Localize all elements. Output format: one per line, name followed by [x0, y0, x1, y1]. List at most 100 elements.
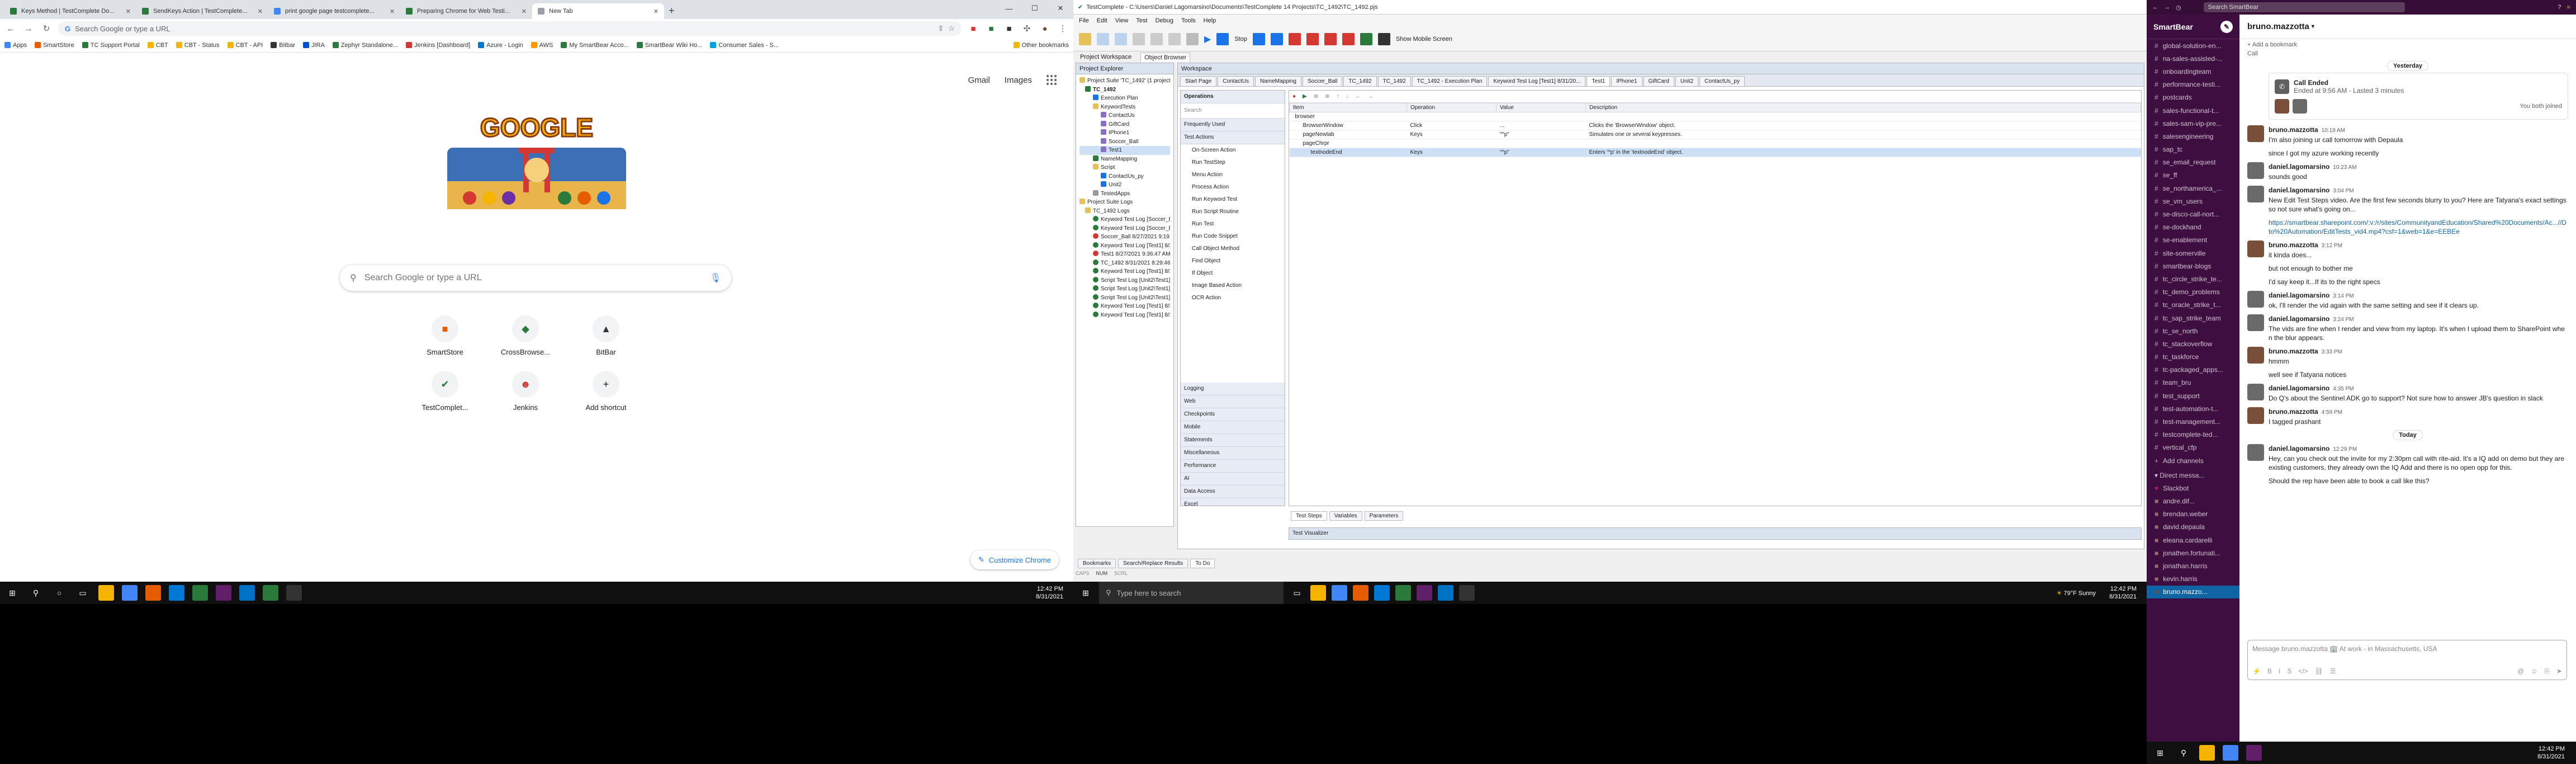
channel-item[interactable]: # tc_oracle_strike_t... [2147, 299, 2239, 312]
ops-item[interactable]: Process Action [1181, 181, 1285, 194]
workspace-tab[interactable]: Keyword Test Log [Test1] 8/31/20... [1488, 76, 1586, 86]
tree-item[interactable]: Script Test Log [Unit2\Test1] 8/31/2021 … [1079, 276, 1170, 285]
cut-icon[interactable] [1133, 32, 1145, 45]
dm-item[interactable]: ■ jonathan.harris [2147, 559, 2239, 572]
strike-icon[interactable]: S [2287, 667, 2291, 676]
message[interactable]: bruno.mazzotta 10:19 AM I'm also joining u… [2239, 123, 2576, 147]
table-row[interactable]: pageChrpr [1289, 139, 2141, 148]
workspace-tab[interactable]: Start Page [1180, 76, 1217, 86]
puzzle-extensions-icon[interactable]: ✣ [1021, 23, 1033, 34]
avatar[interactable] [2247, 240, 2264, 257]
channel-item[interactable]: # postcards [2147, 91, 2239, 104]
profile-avatar-icon[interactable]: ● [1039, 24, 1051, 34]
stop-label[interactable]: Stop [1234, 36, 1247, 43]
windows-start-icon[interactable]: ⊞ [1078, 585, 1093, 601]
ops-category[interactable]: Excel [1181, 498, 1285, 506]
tree-item[interactable]: Keyword Test Log [Soccer_Ball] 8/27/2021… [1079, 224, 1170, 233]
message[interactable]: daniel.lagomarsino 12:29 PM Hey, can you c… [2239, 442, 2576, 474]
arrow-down-icon[interactable]: ↓ [1346, 93, 1349, 100]
weather-widget[interactable]: ☀ 79°F Sunny [2057, 589, 2096, 597]
testcomplete-icon[interactable] [192, 585, 208, 601]
channel-item[interactable]: # se_vm_users [2147, 195, 2239, 207]
copy-icon[interactable] [1150, 32, 1163, 45]
extension-icon[interactable]: ■ [967, 24, 979, 34]
minimize-icon[interactable]: — [996, 0, 1022, 17]
chrome-tab[interactable]: SendKeys Action | TestComplete... ✕ [136, 3, 268, 19]
message-link[interactable]: https://smartbear.sharepoint.com/:v:/r/s… [2269, 218, 2568, 236]
test-visualizer-bar[interactable]: Test Visualizer [1289, 527, 2142, 540]
send-icon[interactable]: ➤ [2556, 667, 2562, 676]
channel-item[interactable]: # test_support [2147, 389, 2239, 402]
channel-item[interactable]: # testcomplete-ted... [2147, 428, 2239, 441]
arrow-right-icon[interactable]: → [1368, 93, 1374, 100]
checkpoint-icon[interactable] [1360, 32, 1372, 45]
ops-category[interactable]: AI [1181, 473, 1285, 485]
tree-item[interactable]: Script [1079, 163, 1170, 172]
gmail-link[interactable]: Gmail [968, 76, 990, 85]
tab-bookmarks[interactable]: Bookmarks [1078, 559, 1116, 568]
col-header-description[interactable]: Description [1585, 103, 2141, 112]
ops-item[interactable]: Run Test [1181, 218, 1285, 230]
avatar[interactable] [2247, 444, 2264, 461]
menu-file[interactable]: File [1079, 17, 1089, 24]
new-tab-plus-icon[interactable]: + [669, 5, 675, 17]
kebab-menu-icon[interactable]: ⋮ [1057, 23, 1069, 34]
message-author[interactable]: bruno.mazzotta [2269, 347, 2318, 355]
slack-icon[interactable] [2246, 745, 2262, 761]
windows-start-icon[interactable]: ⊞ [4, 585, 20, 601]
message[interactable]: bruno.mazzotta 3:33 PM hmmm [2239, 345, 2576, 368]
tree-item[interactable]: Project Suite Logs [1079, 198, 1170, 207]
lightning-icon[interactable]: ⚡ [2252, 667, 2261, 676]
channel-item[interactable]: # se_ff [2147, 169, 2239, 182]
tab-search-replace[interactable]: Search/Replace Results [1118, 559, 1188, 568]
ops-item[interactable]: Menu Action [1181, 169, 1285, 181]
back-arrow-icon[interactable]: ← [4, 24, 17, 34]
menu-debug[interactable]: Debug [1156, 17, 1173, 24]
code-icon[interactable]: </> [2298, 667, 2308, 676]
checkpoint-icon[interactable] [1306, 32, 1319, 45]
workspace-tab[interactable]: ContactUs_py [1699, 76, 1745, 86]
dm-header[interactable]: ▾ Direct messa... [2147, 467, 2239, 482]
history-forward-icon[interactable]: → [2164, 4, 2170, 11]
workspace-tab-active[interactable]: Test1 [1587, 76, 1611, 86]
arrow-left-icon[interactable]: ← [1356, 93, 1361, 100]
ops-category[interactable]: Performance [1181, 460, 1285, 473]
close-icon[interactable]: ✕ [522, 8, 527, 15]
channel-item[interactable]: # tc_circle_strike_te... [2147, 272, 2239, 285]
shortcut-tile[interactable]: ☻ Jenkins [494, 371, 557, 412]
user-avatar-icon[interactable]: ■ [2566, 4, 2570, 11]
taskbar-clock[interactable]: 12:42 PM 8/31/2021 [2537, 745, 2570, 761]
bookmark-item[interactable]: CBT - API [227, 42, 263, 49]
app-icon[interactable] [263, 585, 278, 601]
channel-item[interactable]: # tc-packaged_apps... [2147, 364, 2239, 376]
avatar[interactable] [2247, 162, 2264, 179]
bookmark-item[interactable]: Azure - Login [478, 42, 523, 49]
close-icon[interactable]: ✕ [390, 8, 395, 15]
workspace-tab[interactable]: TC_1492 [1377, 76, 1411, 86]
add-parameter-icon[interactable]: ⊕ [1314, 93, 1318, 100]
link-icon[interactable]: ⛓ [2315, 667, 2323, 676]
tab-object-browser[interactable]: Object Browser [1140, 52, 1191, 62]
tree-item[interactable]: KeywordTests [1079, 103, 1170, 112]
close-window-icon[interactable]: ✕ [1048, 0, 1073, 17]
day-separator[interactable]: Yesterday [2239, 61, 2576, 71]
other-bookmarks[interactable]: Other bookmarks [1013, 42, 1069, 49]
table-row[interactable]: browser [1289, 112, 2141, 121]
table-row[interactable]: BrowserWindow Click... Clicks the 'Browser… [1289, 121, 2141, 130]
tree-item[interactable]: Script Test Log [Unit2\Test1] 8/31/2021 … [1079, 294, 1170, 303]
ops-item[interactable]: Run TestStep [1181, 157, 1285, 169]
windows-start-icon[interactable]: ⊞ [2152, 745, 2168, 761]
ops-item[interactable]: On-Screen Action [1181, 144, 1285, 157]
workspace-tab[interactable]: TC_1492 [1343, 76, 1377, 86]
channel-item[interactable]: # global-solution-en... [2147, 39, 2239, 52]
channel-item[interactable]: # tc_taskforce [2147, 351, 2239, 364]
file-explorer-icon[interactable] [98, 585, 114, 601]
chrome-tab-active[interactable]: New Tab ✕ [532, 3, 664, 19]
history-clock-icon[interactable]: ◷ [2176, 4, 2181, 11]
dm-item[interactable]: ■ andre.dif... [2147, 494, 2239, 507]
avatar[interactable] [2247, 125, 2264, 142]
channel-item[interactable]: # tc_sap_strike_team [2147, 312, 2239, 324]
dm-item[interactable]: ♥ Slackbot [2147, 482, 2239, 494]
tree-item[interactable]: NameMapping [1079, 155, 1170, 164]
bookmark-item[interactable]: Jenkins [Dashboard] [405, 42, 470, 49]
